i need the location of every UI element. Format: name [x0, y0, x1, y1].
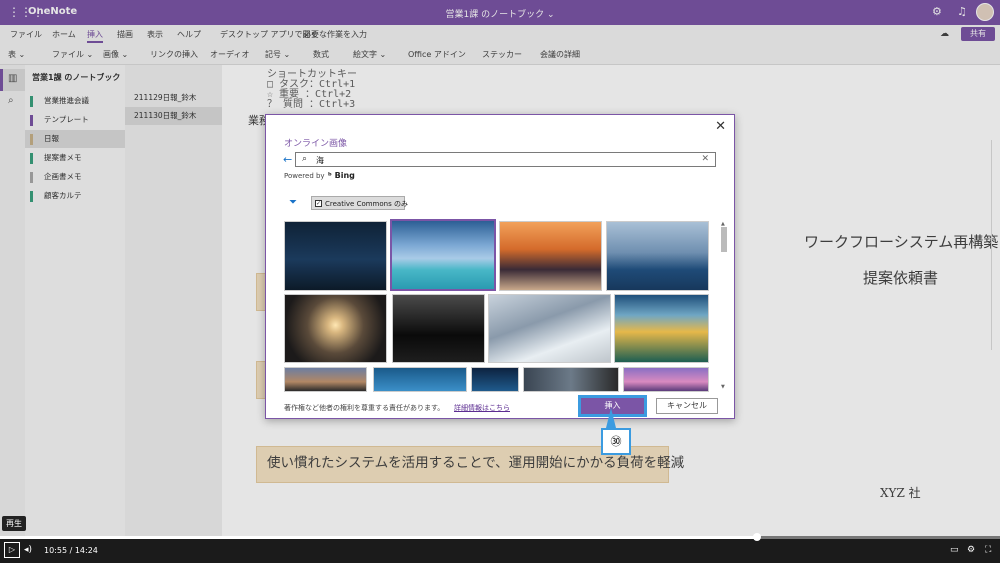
online-pictures-dialog: オンライン画像 ✕ ← ⌕ 海 ✕ Powered by ᵇ Bing ⏷ ✓ … — [265, 114, 735, 419]
image-result-row3-5[interactable] — [623, 367, 709, 392]
image-result-island-dusk[interactable] — [614, 294, 709, 363]
image-result-blue-sea-selected[interactable] — [390, 219, 496, 291]
captions-icon[interactable]: ▭ — [950, 545, 959, 555]
copyright-notice: 著作権など他者の権利を尊重する責任があります。 — [284, 404, 445, 412]
learn-more-link[interactable]: 詳細情報はこちら — [454, 403, 510, 413]
search-input[interactable]: ⌕ 海 ✕ — [295, 152, 716, 167]
total-time: 14:24 — [74, 546, 98, 555]
step-callout: ㉚ — [601, 428, 631, 455]
fullscreen-icon[interactable]: ⛶ — [985, 545, 991, 555]
dialog-title: オンライン画像 — [284, 139, 348, 149]
filter-icon[interactable]: ⏷ — [289, 197, 297, 208]
bing-label: Bing — [334, 171, 355, 180]
image-result-row3-3[interactable] — [471, 367, 519, 392]
video-progress-fill — [0, 536, 757, 539]
clear-icon[interactable]: ✕ — [701, 154, 709, 164]
image-result-snowy-coast[interactable] — [488, 294, 611, 363]
settings-icon[interactable]: ⚙ — [967, 545, 975, 555]
close-icon[interactable]: ✕ — [715, 119, 726, 134]
creative-commons-label: Creative Commons のみ — [325, 200, 408, 208]
current-time: 10:55 — [44, 546, 68, 555]
image-result-sunset-beach[interactable] — [499, 221, 602, 291]
image-result-night-pier[interactable] — [284, 221, 387, 291]
image-result-row3-2[interactable] — [373, 367, 467, 392]
image-result-dark-lake[interactable] — [392, 294, 485, 363]
play-tooltip: 再生 — [2, 516, 26, 531]
video-controls — [0, 538, 1000, 563]
image-result-calm-ocean[interactable] — [606, 221, 709, 291]
volume-icon[interactable]: ◂) — [24, 545, 32, 555]
scroll-down-icon[interactable]: ▼ — [721, 384, 725, 390]
search-icon: ⌕ — [302, 154, 308, 164]
results-scrollbar[interactable] — [721, 227, 727, 252]
cancel-button[interactable]: キャンセル — [656, 398, 718, 414]
checkbox-checked[interactable]: ✓ — [315, 200, 322, 207]
image-result-row3-1[interactable] — [284, 367, 367, 392]
video-scrub-handle[interactable] — [753, 533, 761, 541]
creative-commons-filter[interactable]: ✓ Creative Commons のみ — [311, 196, 408, 210]
powered-by-label: Powered by — [284, 172, 325, 180]
bing-logo: ᵇ Bing — [328, 171, 355, 180]
image-result-row3-4[interactable] — [523, 367, 619, 392]
play-icon[interactable]: ▷ — [4, 542, 20, 558]
callout-pointer — [606, 408, 616, 428]
video-time: 10:55 / 14:24 — [44, 546, 98, 555]
search-value: 海 — [316, 156, 324, 165]
back-arrow-icon[interactable]: ← — [283, 153, 292, 166]
image-result-sun-waves[interactable] — [284, 294, 387, 363]
